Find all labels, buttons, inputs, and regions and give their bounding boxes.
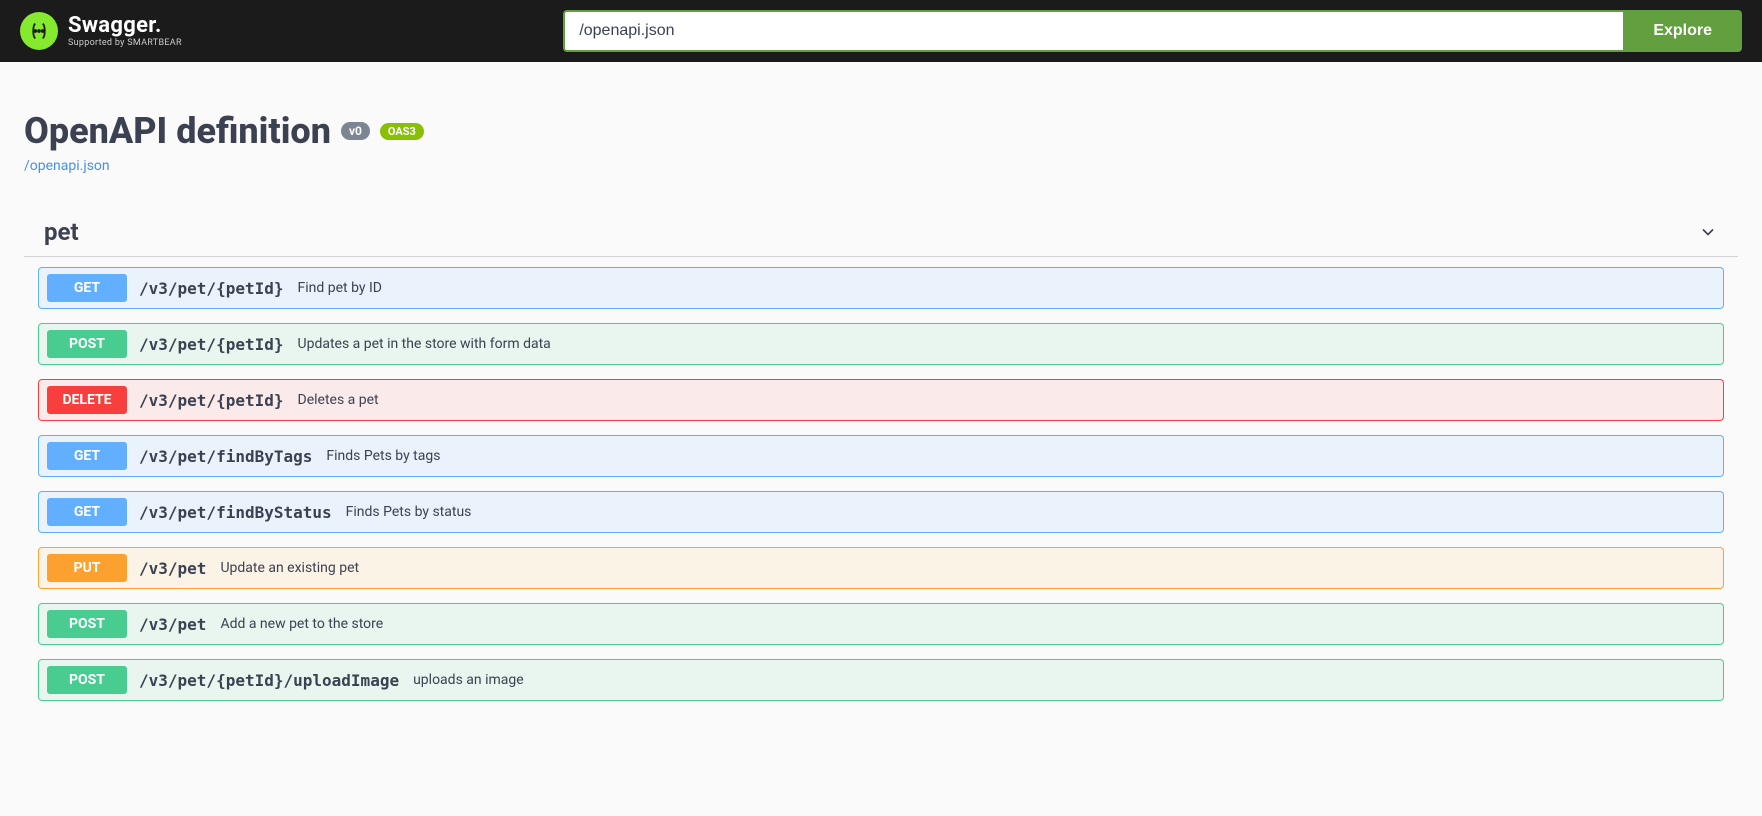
version-badge: v0 xyxy=(341,122,370,140)
method-badge: GET xyxy=(47,442,127,470)
operation-path: /v3/pet/{petId} xyxy=(139,279,284,298)
spec-link[interactable]: /openapi.json xyxy=(24,158,110,174)
operation-row[interactable]: POST/v3/pet/{petId} Updates a pet in the … xyxy=(38,323,1724,365)
operation-summary: Add a new pet to the store xyxy=(220,616,383,632)
operation-summary: Finds Pets by tags xyxy=(326,448,440,464)
operation-summary: Update an existing pet xyxy=(220,560,359,576)
main: OpenAPI definition v0 OAS3 /openapi.json… xyxy=(0,62,1762,735)
explore-button[interactable]: Explore xyxy=(1623,10,1742,52)
brand: Swagger. Supported by SMARTBEAR xyxy=(20,12,182,50)
tag-section: pet GET/v3/pet/{petId} Find pet by ID POST… xyxy=(24,208,1738,701)
method-badge: POST xyxy=(47,330,127,358)
operation-path: /v3/pet/findByTags xyxy=(139,447,312,466)
operation-row[interactable]: POST/v3/pet/{petId}/uploadImage uploads a… xyxy=(38,659,1724,701)
method-badge: GET xyxy=(47,274,127,302)
operation-row[interactable]: GET/v3/pet/findByTags Finds Pets by tags xyxy=(38,435,1724,477)
brand-tagline: Supported by SMARTBEAR xyxy=(68,39,182,48)
operation-path: /v3/pet/{petId} xyxy=(139,391,284,410)
brand-name: Swagger. xyxy=(68,15,182,37)
title-row: OpenAPI definition v0 OAS3 xyxy=(24,110,1738,152)
method-badge: PUT xyxy=(47,554,127,582)
method-badge: DELETE xyxy=(47,386,127,414)
operation-summary: Deletes a pet xyxy=(298,392,379,408)
operation-summary: uploads an image xyxy=(413,672,524,688)
operation-path: /v3/pet/{petId} xyxy=(139,335,284,354)
operation-row[interactable]: DELETE/v3/pet/{petId} Deletes a pet xyxy=(38,379,1724,421)
operation-row[interactable]: PUT/v3/pet Update an existing pet xyxy=(38,547,1724,589)
operation-row[interactable]: POST/v3/pet Add a new pet to the store xyxy=(38,603,1724,645)
page-title: OpenAPI definition xyxy=(24,110,331,152)
tag-header[interactable]: pet xyxy=(24,208,1738,257)
operation-summary: Updates a pet in the store with form dat… xyxy=(298,336,551,352)
operation-path: /v3/pet xyxy=(139,559,206,578)
swagger-logo-icon xyxy=(20,12,58,50)
topbar: Swagger. Supported by SMARTBEAR Explore xyxy=(0,0,1762,62)
operation-summary: Finds Pets by status xyxy=(346,504,472,520)
operation-summary: Find pet by ID xyxy=(298,280,382,296)
operation-path: /v3/pet/{petId}/uploadImage xyxy=(139,671,399,690)
spec-url-input[interactable] xyxy=(563,10,1623,52)
spec-form: Explore xyxy=(563,10,1742,52)
operation-row[interactable]: GET/v3/pet/{petId} Find pet by ID xyxy=(38,267,1724,309)
tag-name: pet xyxy=(44,218,79,246)
chevron-down-icon xyxy=(1698,222,1718,242)
operation-row[interactable]: GET/v3/pet/findByStatus Finds Pets by sta… xyxy=(38,491,1724,533)
operation-path: /v3/pet/findByStatus xyxy=(139,503,332,522)
method-badge: GET xyxy=(47,498,127,526)
oas-badge: OAS3 xyxy=(380,123,424,140)
operations-list: GET/v3/pet/{petId} Find pet by ID POST/v3/… xyxy=(24,267,1738,701)
operation-path: /v3/pet xyxy=(139,615,206,634)
method-badge: POST xyxy=(47,610,127,638)
method-badge: POST xyxy=(47,666,127,694)
